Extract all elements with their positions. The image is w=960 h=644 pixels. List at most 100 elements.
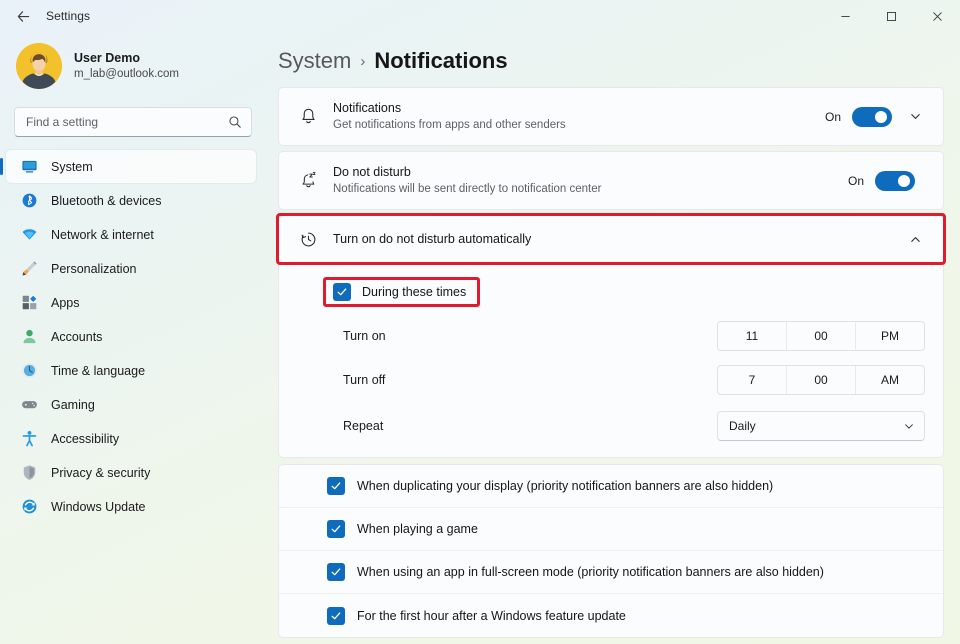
- turn-off-minute[interactable]: 00: [787, 366, 856, 394]
- condition-row[interactable]: When duplicating your display (priority …: [279, 465, 943, 508]
- dnd-conditions-list: When duplicating your display (priority …: [278, 464, 944, 638]
- title-bar: Settings: [0, 0, 960, 32]
- search-input[interactable]: [26, 115, 228, 129]
- main-content: System › Notifications Notifications Get: [272, 32, 960, 644]
- repeat-dropdown[interactable]: Daily: [717, 411, 925, 441]
- clock-globe-icon: [20, 362, 38, 380]
- condition-checkbox-fullscreen-app[interactable]: [327, 563, 345, 581]
- do-not-disturb-card[interactable]: Do not disturb Notifications will be sen…: [278, 151, 944, 210]
- dnd-toggle-state: On: [847, 173, 864, 188]
- sidebar-item-bluetooth-devices[interactable]: Bluetooth & devices: [6, 184, 256, 217]
- turn-off-time-fields[interactable]: 7 00 AM: [717, 365, 925, 395]
- account-email: m_lab@outlook.com: [74, 68, 179, 81]
- sidebar-item-accessibility[interactable]: Accessibility: [6, 422, 256, 455]
- turn-on-time-fields[interactable]: 11 00 PM: [717, 321, 925, 351]
- account-name: User Demo: [74, 50, 140, 65]
- dnd-auto-expander-header[interactable]: Turn on do not disturb automatically: [276, 213, 946, 265]
- turn-on-row: Turn on 11 00 PM: [295, 321, 929, 351]
- turn-on-meridiem[interactable]: PM: [856, 322, 924, 350]
- wifi-icon: [20, 226, 38, 244]
- sidebar-item-network-internet[interactable]: Network & internet: [6, 218, 256, 251]
- turn-on-minute[interactable]: 00: [787, 322, 856, 350]
- condition-checkbox-playing-game[interactable]: [327, 520, 345, 538]
- sidebar-item-label: Accounts: [51, 329, 103, 344]
- dnd-auto-title: Turn on do not disturb automatically: [333, 231, 532, 246]
- back-button[interactable]: [6, 1, 40, 31]
- clock-history-icon: [295, 230, 321, 249]
- condition-label: For the first hour after a Windows featu…: [357, 608, 626, 623]
- chevron-down-icon[interactable]: [901, 103, 929, 131]
- search-icon: [228, 115, 242, 129]
- breadcrumb-separator: ›: [360, 53, 366, 70]
- notifications-card[interactable]: Notifications Get notifications from app…: [278, 87, 944, 146]
- window-controls: [822, 0, 960, 32]
- sidebar-item-gaming[interactable]: Gaming: [6, 388, 256, 421]
- dnd-title: Do not disturb: [333, 165, 411, 180]
- sidebar-item-windows-update[interactable]: Windows Update: [6, 490, 256, 523]
- page-title: Notifications: [374, 48, 508, 73]
- sidebar-nav: System Bluetooth & devices Network & int…: [0, 147, 264, 523]
- bluetooth-icon: [20, 192, 38, 210]
- condition-label: When using an app in full-screen mode (p…: [357, 565, 824, 579]
- account-icon: [20, 328, 38, 346]
- dnd-subtitle: Notifications will be sent directly to n…: [333, 182, 602, 195]
- avatar: [16, 43, 62, 89]
- account-block[interactable]: User Demo m_lab@outlook.com: [0, 32, 264, 99]
- brush-icon: [20, 260, 38, 278]
- turn-off-row: Turn off 7 00 AM: [295, 365, 929, 395]
- close-button[interactable]: [914, 0, 960, 32]
- notifications-subtitle: Get notifications from apps and other se…: [333, 118, 566, 131]
- notifications-toggle-state: On: [824, 109, 841, 124]
- repeat-value: Daily: [729, 419, 756, 433]
- turn-off-meridiem[interactable]: AM: [856, 366, 924, 394]
- settings-window: Settings User Demo m_lab@outlook.com Fin…: [0, 0, 960, 644]
- sidebar-item-label: Privacy & security: [51, 465, 151, 480]
- sidebar-item-time-language[interactable]: Time & language: [6, 354, 256, 387]
- condition-checkbox-after-feature-update[interactable]: [327, 606, 345, 625]
- sidebar-item-system[interactable]: System: [0, 150, 256, 183]
- sidebar: User Demo m_lab@outlook.com Find a setti…: [0, 32, 272, 644]
- accessibility-icon: [20, 430, 38, 448]
- repeat-label: Repeat: [343, 419, 384, 433]
- shield-icon: [20, 464, 38, 482]
- during-these-times-label: During these times: [362, 285, 467, 299]
- turn-off-label: Turn off: [343, 373, 386, 387]
- chevron-down-icon: [903, 420, 915, 432]
- sidebar-item-label: Personalization: [51, 261, 137, 276]
- turn-on-hour[interactable]: 11: [718, 322, 787, 350]
- condition-row[interactable]: When playing a game: [279, 508, 943, 551]
- update-icon: [20, 498, 38, 516]
- notifications-title: Notifications: [333, 101, 402, 116]
- chevron-up-icon[interactable]: [901, 225, 929, 253]
- sidebar-item-privacy-security[interactable]: Privacy & security: [6, 456, 256, 489]
- sidebar-item-accounts[interactable]: Accounts: [6, 320, 256, 353]
- sidebar-item-personalization[interactable]: Personalization: [6, 252, 256, 285]
- notifications-toggle[interactable]: [852, 106, 892, 127]
- dnd-toggle[interactable]: [875, 170, 915, 191]
- during-these-times-checkbox[interactable]: [333, 283, 351, 301]
- search-box[interactable]: [14, 107, 252, 137]
- condition-row[interactable]: When using an app in full-screen mode (p…: [279, 551, 943, 594]
- sidebar-item-label: Apps: [51, 295, 80, 310]
- apps-icon: [20, 294, 38, 312]
- condition-row[interactable]: For the first hour after a Windows featu…: [279, 594, 943, 637]
- condition-checkbox-duplicating-display[interactable]: [327, 477, 345, 495]
- bell-sleep-icon: [295, 171, 321, 190]
- breadcrumb-root[interactable]: System: [278, 48, 351, 74]
- sidebar-item-label: System: [51, 159, 93, 174]
- minimize-button[interactable]: [822, 0, 868, 32]
- dnd-auto-expander-body: During these times Turn on 11 00 PM Turn…: [278, 263, 944, 458]
- sidebar-item-label: Accessibility: [51, 431, 120, 446]
- condition-label: When playing a game: [357, 522, 478, 536]
- condition-label: When duplicating your display (priority …: [357, 479, 774, 493]
- window-title: Settings: [46, 9, 91, 23]
- bell-icon: [295, 107, 321, 126]
- monitor-icon: [20, 158, 38, 176]
- during-these-times-row[interactable]: During these times: [323, 277, 481, 307]
- sidebar-item-label: Windows Update: [51, 499, 146, 514]
- turn-on-label: Turn on: [343, 329, 386, 343]
- turn-off-hour[interactable]: 7: [718, 366, 787, 394]
- sidebar-item-apps[interactable]: Apps: [6, 286, 256, 319]
- maximize-button[interactable]: [868, 0, 914, 32]
- breadcrumb: System › Notifications: [274, 32, 960, 87]
